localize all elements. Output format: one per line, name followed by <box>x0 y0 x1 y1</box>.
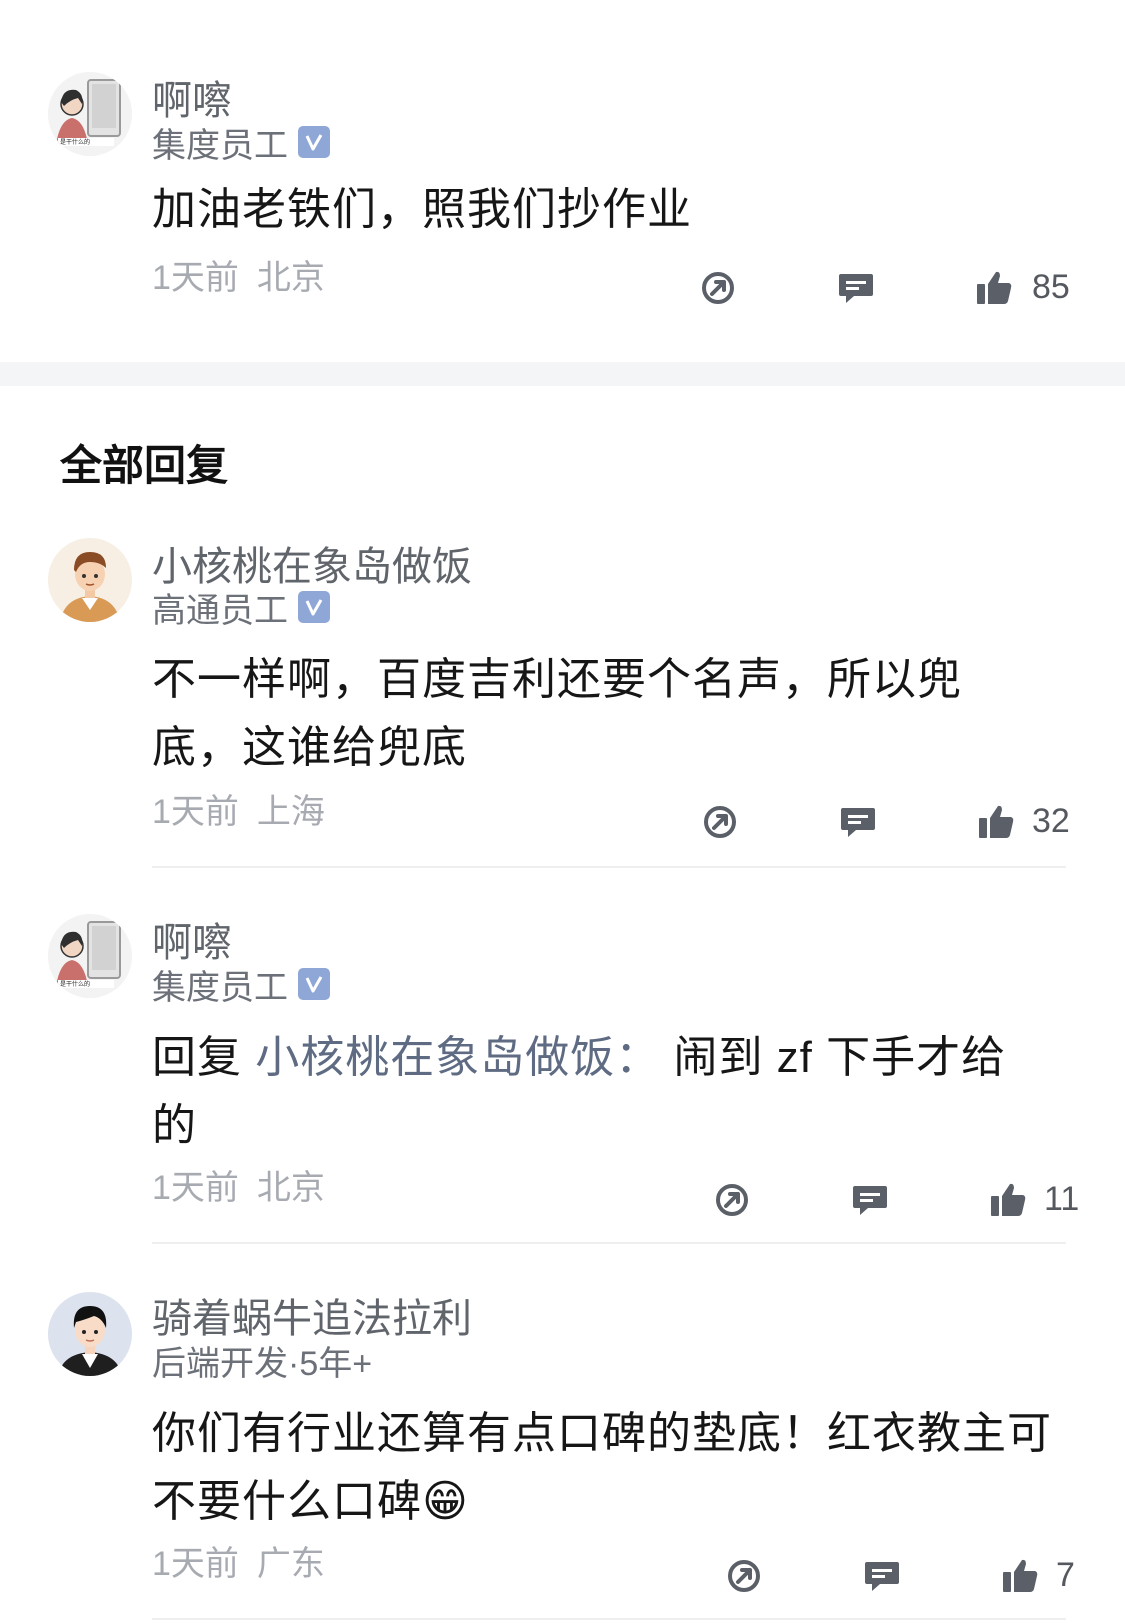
verified-badge-icon <box>298 126 330 158</box>
man-cartoon-avatar <box>48 538 132 622</box>
comment-icon[interactable] <box>862 1556 902 1596</box>
reply-text: 你们有行业还算有点口碑的垫底！红衣教主可不要什么口碑 <box>152 1409 1052 1526</box>
grin-emoji: 😁 <box>422 1477 469 1526</box>
comment-time: 1天前 <box>152 1169 239 1207</box>
comment-meta: 1天前 广东 <box>152 1536 325 1585</box>
comment-location: 上海 <box>256 793 325 831</box>
user-tag: 后端开发·5年+ <box>152 1344 373 1383</box>
thumbs-up-icon[interactable] <box>988 1180 1028 1220</box>
like-count: 7 <box>1056 1556 1075 1594</box>
share-icon[interactable] <box>724 1556 764 1596</box>
row-divider <box>152 1242 1066 1244</box>
user-tag: 高通员工 <box>152 591 288 630</box>
user-tag-row: 集度员工 <box>152 120 330 165</box>
like-count: 85 <box>1032 268 1070 306</box>
comment-time: 1天前 <box>152 1545 239 1583</box>
comment-text: 加油老铁们，照我们抄作业 <box>152 185 692 234</box>
share-icon[interactable] <box>698 268 738 308</box>
comment-icon[interactable] <box>850 1180 890 1220</box>
user-tag: 集度员工 <box>152 126 288 165</box>
user-tag-row: 集度员工 <box>152 962 330 1007</box>
reply-target-user[interactable]: 小核桃在象岛做饭： <box>255 1033 660 1082</box>
comment-time: 1天前 <box>152 259 239 297</box>
comment-icon[interactable] <box>836 268 876 308</box>
user-avatar[interactable] <box>48 1292 132 1376</box>
comment-meta: 1天前 上海 <box>152 784 325 833</box>
section-divider <box>0 362 1125 386</box>
comment-meta: 1天前 北京 <box>152 250 325 299</box>
section-title: 全部回复 <box>60 442 229 489</box>
share-icon[interactable] <box>700 802 740 842</box>
share-icon[interactable] <box>712 1180 752 1220</box>
comment-text: 你们有行业还算有点口碑的垫底！红衣教主可不要什么口碑😁 <box>152 1400 1072 1536</box>
comment-time: 1天前 <box>152 793 239 831</box>
user-tag: 集度员工 <box>152 968 288 1007</box>
svg-text:是干什么的: 是干什么的 <box>60 980 90 988</box>
verified-badge-icon <box>298 968 330 1000</box>
comment-text: 不一样啊，百度吉利还要个名声，所以兜底，这谁给兜底 <box>152 655 962 772</box>
thumbs-up-icon[interactable] <box>976 802 1016 842</box>
row-divider <box>152 866 1066 868</box>
verified-badge-icon <box>298 591 330 623</box>
user-tag-row: 后端开发·5年+ <box>152 1338 373 1383</box>
comment-location: 广东 <box>256 1545 325 1583</box>
reply-prefix: 回复 <box>152 1033 256 1082</box>
comment-icon[interactable] <box>838 802 878 842</box>
like-count: 11 <box>1044 1180 1080 1218</box>
comment-text: 回复 小核桃在象岛做饭： 闹到 zf 下手才给的 <box>152 1024 1032 1160</box>
woman-with-monitor-avatar: 是干什么的 <box>48 72 132 156</box>
woman-with-monitor-avatar: 是干什么的 <box>48 914 132 998</box>
row-divider <box>152 1618 1066 1620</box>
user-tag-row: 高通员工 <box>152 585 330 630</box>
user-avatar[interactable] <box>48 538 132 622</box>
user-avatar[interactable]: 是干什么的 <box>48 914 132 998</box>
comment-meta: 1天前 北京 <box>152 1160 325 1209</box>
like-count: 32 <box>1032 802 1070 840</box>
comment-location: 北京 <box>256 259 325 297</box>
svg-text:是干什么的: 是干什么的 <box>60 138 90 146</box>
thumbs-up-icon[interactable] <box>974 268 1014 308</box>
thumbs-up-icon[interactable] <box>1000 1556 1040 1596</box>
user-avatar[interactable]: 是干什么的 <box>48 72 132 156</box>
boy-cartoon-avatar <box>48 1292 132 1376</box>
comment-location: 北京 <box>256 1169 325 1207</box>
